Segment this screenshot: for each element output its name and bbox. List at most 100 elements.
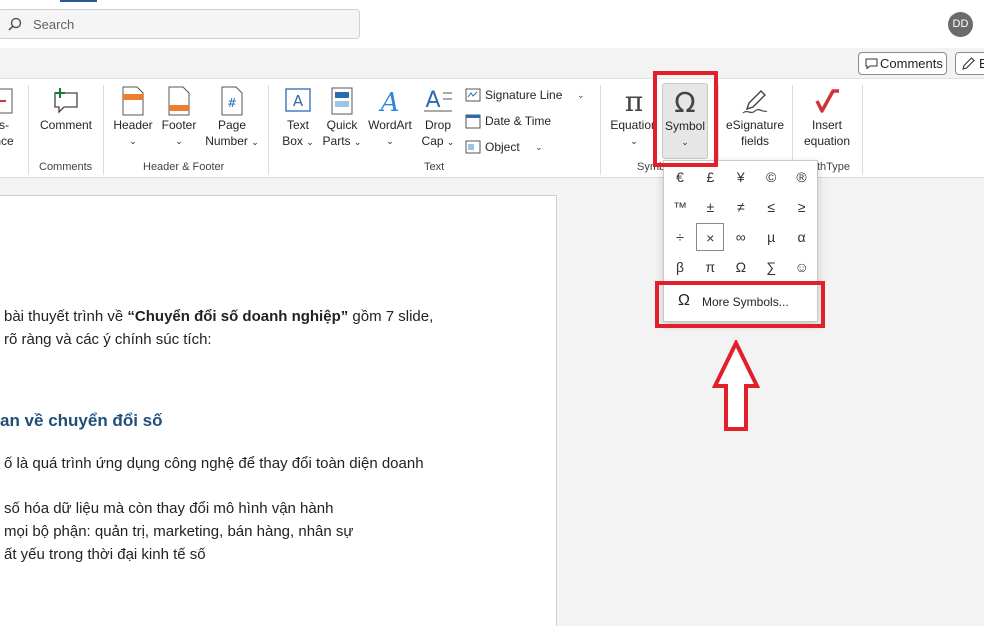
chevron-down-icon[interactable]: ⌄ <box>577 85 585 105</box>
cross-reference-icon <box>0 88 13 114</box>
svg-text:π: π <box>625 85 643 117</box>
search-input[interactable] <box>33 16 333 33</box>
svg-text:A: A <box>379 88 400 117</box>
object-button[interactable]: Object ⌄ <box>465 137 555 157</box>
esignature-fields-button[interactable]: eSignature fields <box>724 85 786 149</box>
symbol-cell[interactable]: € <box>666 163 694 191</box>
quick-parts-label-2-text: Parts <box>322 134 351 148</box>
symbol-cell[interactable]: £ <box>696 163 724 191</box>
doc-line-1-pre: bài thuyết trình về <box>4 308 128 325</box>
group-separator <box>28 85 29 175</box>
avatar[interactable]: DD <box>948 12 973 37</box>
symbol-cell[interactable]: µ <box>757 223 785 251</box>
svg-text:A: A <box>425 88 440 113</box>
svg-text:#: # <box>227 96 237 110</box>
text-group-label: Text <box>424 161 445 173</box>
chevron-down-icon: ⌄ <box>175 136 183 146</box>
chevron-down-icon: ⌄ <box>386 136 394 146</box>
cross-reference-button[interactable]: s- nce <box>0 85 20 149</box>
svg-text:A: A <box>293 92 304 110</box>
highlight-symbol-button <box>653 71 718 167</box>
symbol-cell[interactable]: ∞ <box>727 223 755 251</box>
text-box-button[interactable]: A Text Box ⌄ <box>278 85 318 150</box>
search-box[interactable] <box>0 9 360 39</box>
insert-equation-label-2: equation <box>803 134 851 148</box>
esignature-label-2: fields <box>740 134 769 148</box>
drop-cap-button[interactable]: A Drop Cap ⌄ <box>417 85 459 150</box>
symbol-cell[interactable]: ¥ <box>727 163 755 191</box>
chevron-down-icon: ⌄ <box>353 137 362 147</box>
doc-heading: an về chuyển đổi số <box>0 411 163 430</box>
symbol-cell[interactable]: © <box>757 163 785 191</box>
object-icon <box>465 140 481 154</box>
doc-line-1-bold: “Chuyển đổi số doanh nghiệp” <box>127 308 349 325</box>
pi-icon: π <box>625 85 643 117</box>
symbol-cell[interactable]: ≠ <box>727 193 755 221</box>
comment-button[interactable]: Comment <box>36 85 96 133</box>
search-icon <box>8 17 22 31</box>
comments-group-label: Comments <box>39 161 93 173</box>
header-label: Header <box>113 118 153 132</box>
page-number-label-2-text: Number <box>205 134 248 148</box>
drop-cap-icon: A <box>424 88 452 113</box>
new-comment-icon <box>54 88 78 114</box>
symbol-cell[interactable]: Ω <box>727 253 755 281</box>
symbol-cell[interactable]: π <box>696 253 724 281</box>
header-icon <box>122 86 144 116</box>
comment-icon <box>865 58 878 69</box>
symbol-cell[interactable]: ± <box>696 193 724 221</box>
comment-label: Comment <box>39 118 92 132</box>
doc-paragraph-4: số hóa dữ liệu mà còn thay đổi mô hình v… <box>4 500 334 517</box>
comments-button-label: Comments <box>880 56 943 71</box>
symbol-cell[interactable]: × <box>696 223 725 251</box>
editing-button[interactable]: E <box>955 52 984 75</box>
highlight-more-symbols <box>655 281 825 328</box>
chevron-down-icon[interactable]: ⌄ <box>535 137 543 157</box>
quick-parts-button[interactable]: Quick Parts ⌄ <box>321 85 363 150</box>
symbol-cell[interactable]: ≥ <box>788 193 816 221</box>
doc-line-1-post: gồm 7 slide, <box>348 308 434 325</box>
footer-button[interactable]: Footer ⌄ <box>157 85 201 149</box>
symbol-cell[interactable]: ™ <box>666 193 694 221</box>
symbol-cell[interactable]: α <box>788 223 816 251</box>
active-tab-accent <box>60 0 97 2</box>
drop-cap-label-2: Cap ⌄ <box>417 133 459 150</box>
insert-equation-button[interactable]: Insert equation <box>798 85 856 149</box>
header-footer-group-label: Header & Footer <box>143 161 225 173</box>
wordart-label: WordArt <box>368 118 412 132</box>
page-number-button[interactable]: # Page Number ⌄ <box>205 85 259 150</box>
text-box-label-2-text: Box <box>282 134 303 148</box>
title-bar: DD <box>0 0 984 48</box>
chevron-down-icon: ⌄ <box>446 137 455 147</box>
signature-line-label: Signature Line <box>485 88 563 102</box>
up-arrow-annotation-icon <box>712 340 760 431</box>
symbol-cell[interactable]: β <box>666 253 694 281</box>
footer-label: Footer <box>161 118 197 132</box>
date-time-label: Date & Time <box>485 114 552 128</box>
chevron-down-icon: ⌄ <box>251 137 259 147</box>
text-box-icon: A <box>285 88 311 112</box>
symbol-cell[interactable]: ≤ <box>757 193 785 221</box>
symbol-cell[interactable]: ÷ <box>666 223 694 251</box>
comments-button[interactable]: Comments <box>858 52 947 75</box>
header-button[interactable]: Header ⌄ <box>111 85 155 149</box>
symbol-cell[interactable]: ® <box>788 163 816 191</box>
mathtype-group-label: thType <box>817 161 851 173</box>
text-box-label-1: Text <box>286 118 309 132</box>
symbol-cell[interactable]: ∑ <box>757 253 785 281</box>
quick-parts-icon <box>331 87 353 115</box>
ribbon-insert: s- nce Comment Comments Header ⌄ Footer … <box>0 78 984 178</box>
symbol-cell[interactable]: ☺ <box>788 253 816 281</box>
wordart-button[interactable]: A WordArt ⌄ <box>365 85 415 149</box>
cross-reference-label-1: s- <box>0 118 9 132</box>
date-time-button[interactable]: Date & Time <box>465 111 565 131</box>
signature-line-button[interactable]: Signature Line ⌄ <box>465 85 590 105</box>
drop-cap-label-2-text: Cap <box>421 134 444 148</box>
chevron-down-icon: ⌄ <box>129 136 137 146</box>
document-page[interactable]: bài thuyết trình về “Chuyển đổi số doanh… <box>0 195 557 626</box>
page-number-icon: # <box>221 86 243 116</box>
signature-line-icon <box>465 88 481 102</box>
top-action-row: Comments E <box>0 48 984 78</box>
group-separator <box>862 85 863 175</box>
footer-icon <box>168 86 190 116</box>
